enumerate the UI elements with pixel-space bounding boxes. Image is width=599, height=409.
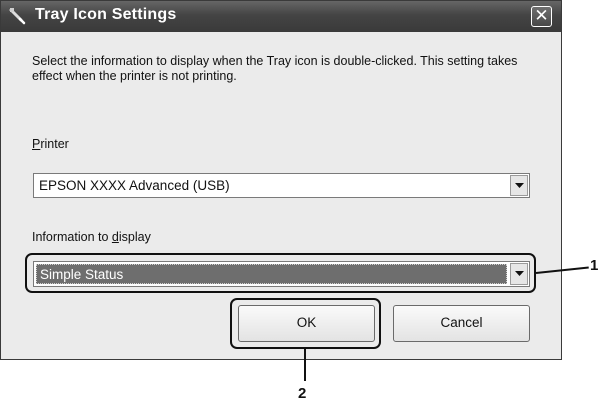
description-text: Select the information to display when t… <box>32 54 518 83</box>
wrench-icon <box>9 8 26 25</box>
info-display-label-accelerator: d <box>111 230 119 244</box>
title-bar[interactable]: Tray Icon Settings ✕ <box>1 1 561 32</box>
printer-label-rest: rinter <box>40 137 69 151</box>
callout-number-2: 2 <box>298 385 307 402</box>
close-icon: ✕ <box>534 6 549 25</box>
callout-leader-2 <box>304 349 306 381</box>
info-display-label-before: Information to <box>32 230 112 244</box>
info-display-label-after: isplay <box>118 230 151 244</box>
callout-box-2 <box>230 298 381 349</box>
printer-label: Printer <box>32 137 69 151</box>
cancel-button[interactable]: Cancel <box>393 305 530 342</box>
callout-number-1: 1 <box>590 257 599 274</box>
chevron-down-icon <box>514 182 524 188</box>
close-button[interactable]: ✕ <box>531 6 552 27</box>
info-display-label: Information to display <box>32 230 151 244</box>
callout-box-1 <box>25 253 536 293</box>
window-title: Tray Icon Settings <box>35 6 177 23</box>
printer-dropdown-value: EPSON XXXX Advanced (USB) <box>39 178 230 193</box>
printer-dropdown-arrow[interactable] <box>510 175 528 196</box>
printer-dropdown[interactable]: EPSON XXXX Advanced (USB) <box>33 173 530 198</box>
